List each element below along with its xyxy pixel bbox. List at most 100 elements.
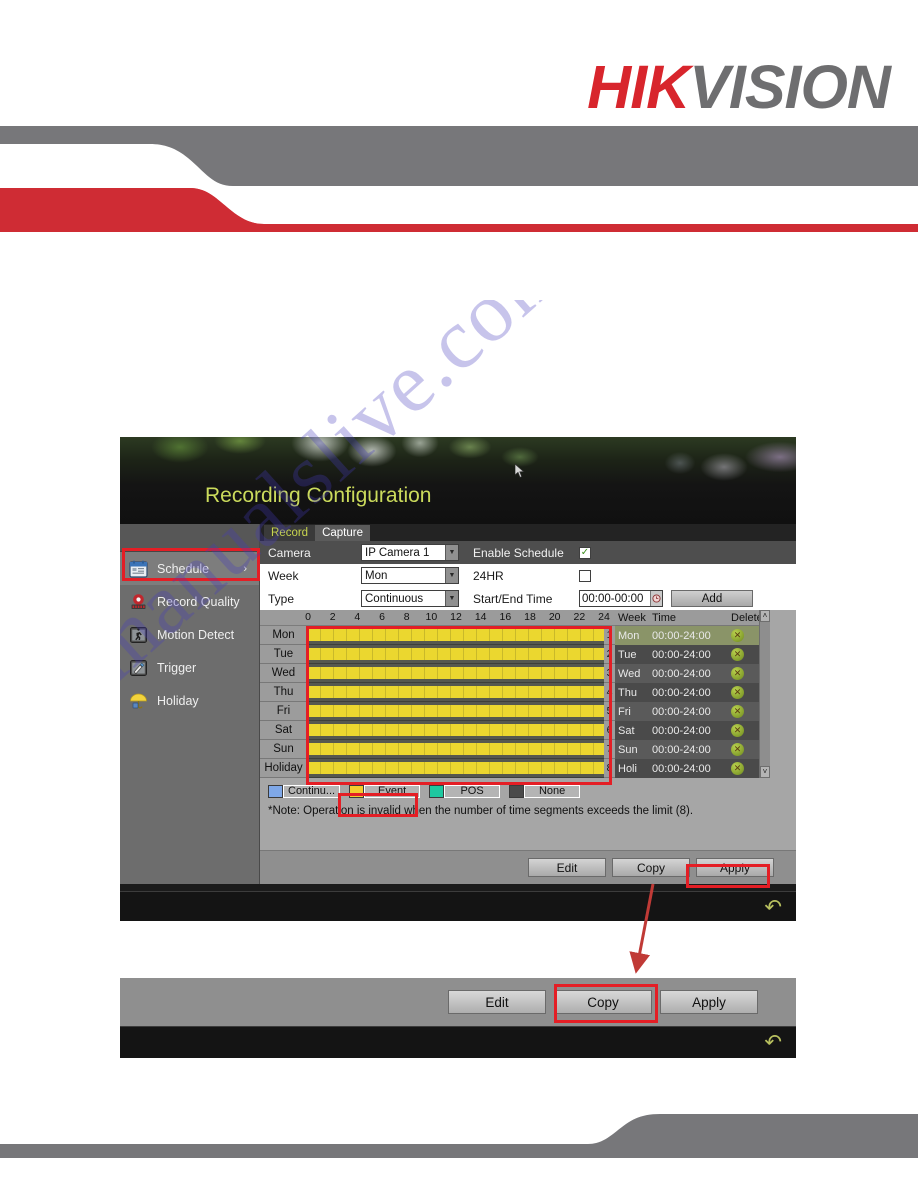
table-row[interactable]: Sat 00:00-24:00 ✕ [615, 721, 770, 740]
legend-item[interactable]: None [509, 784, 581, 798]
table-body: Mon 00:00-24:00 ✕ Tue 00:00-24:00 ✕ Wed 00:00-2… [615, 626, 770, 778]
apply-button-closeup[interactable]: Apply [660, 990, 758, 1014]
schedule-row[interactable]: Sat 6 [260, 721, 615, 740]
hour-tick: 12 [450, 611, 462, 623]
table-row[interactable]: Thu 00:00-24:00 ✕ [615, 683, 770, 702]
table-scrollbar[interactable]: ˄ ˅ [759, 610, 770, 778]
cell-week: Wed [618, 667, 641, 680]
schedule-row-index: 8 [604, 759, 615, 778]
page-header: HIK VISION [0, 0, 918, 232]
hour-tick: 24 [598, 611, 610, 623]
schedule-row-track[interactable] [308, 645, 604, 664]
dialog-button-bar: Edit Copy Apply [260, 850, 796, 884]
cell-time: 00:00-24:00 [652, 762, 711, 775]
add-button[interactable]: Add [671, 590, 753, 607]
camera-row: Camera IP Camera 1 ▼ Enable Schedule ✓ [260, 541, 796, 564]
trash-icon[interactable]: ✕ [731, 667, 744, 680]
alarm-icon [129, 593, 148, 611]
type-select[interactable]: Continuous ▼ [361, 590, 459, 607]
edit-button[interactable]: Edit [528, 858, 606, 877]
schedule-row-track[interactable] [308, 740, 604, 759]
schedule-row-day-label: Tue [260, 645, 308, 664]
back-icon-closeup[interactable]: ↶ [764, 1030, 782, 1055]
header-red-band [0, 188, 918, 232]
trash-icon[interactable]: ✕ [731, 762, 744, 775]
trash-icon[interactable]: ✕ [731, 648, 744, 661]
dialog-body: Schedule › Record Quality Motion Detect … [120, 524, 796, 884]
camera-select[interactable]: IP Camera 1 ▼ [361, 544, 459, 561]
sidebar-item-holiday[interactable]: Holiday [120, 684, 259, 717]
schedule-row[interactable]: Thu 4 [260, 683, 615, 702]
sidebar-item-record-quality[interactable]: Record Quality [120, 585, 259, 618]
table-row[interactable]: Sun 00:00-24:00 ✕ [615, 740, 770, 759]
clock-icon[interactable] [650, 591, 662, 606]
schedule-row[interactable]: Mon 1 [260, 626, 615, 645]
schedule-row-track[interactable] [308, 759, 604, 778]
start-end-time-value: 00:00-00:00 [582, 592, 644, 605]
table-row[interactable]: Holi 00:00-24:00 ✕ [615, 759, 770, 778]
table-row[interactable]: Mon 00:00-24:00 ✕ [615, 626, 770, 645]
legend-label: Continu... [283, 784, 341, 798]
week-select[interactable]: Mon ▼ [361, 567, 459, 584]
cell-week: Sat [618, 724, 635, 737]
scroll-down-icon[interactable]: ˅ [760, 766, 770, 778]
schedule-row-index: 6 [604, 721, 615, 740]
sidebar-item-label: Trigger [157, 660, 197, 675]
schedule-row[interactable]: Holiday 8 [260, 759, 615, 778]
tab-capture[interactable]: Capture [315, 525, 370, 541]
schedule-row-track[interactable] [308, 664, 604, 683]
copy-button-closeup[interactable]: Copy [554, 990, 652, 1014]
schedule-section: 0 2 4 6 8 10 12 14 16 18 20 22 24 Mon 1 Tue 2 Wed 3 Thu 4 Fr… [260, 610, 796, 817]
cell-week: Mon [618, 629, 640, 642]
legend-item[interactable]: Event [349, 784, 421, 798]
edit-button-closeup[interactable]: Edit [448, 990, 546, 1014]
table-row[interactable]: Wed 00:00-24:00 ✕ [615, 664, 770, 683]
logo-text-hik: HIK [587, 53, 690, 121]
trash-icon[interactable]: ✕ [731, 743, 744, 756]
apply-button[interactable]: Apply [696, 858, 774, 877]
schedule-row[interactable]: Wed 3 [260, 664, 615, 683]
trash-icon[interactable]: ✕ [731, 705, 744, 718]
schedule-row[interactable]: Fri 5 [260, 702, 615, 721]
hour-tick: 8 [403, 611, 410, 623]
schedule-grid[interactable]: 0 2 4 6 8 10 12 14 16 18 20 22 24 Mon 1 Tue 2 Wed 3 Thu 4 Fr… [260, 610, 615, 778]
table-row[interactable]: Tue 00:00-24:00 ✕ [615, 645, 770, 664]
sidebar-item-motion-detect[interactable]: Motion Detect [120, 618, 259, 651]
trash-icon[interactable]: ✕ [731, 724, 744, 737]
week-select-value: Mon [365, 569, 388, 582]
legend-item[interactable]: POS [429, 784, 501, 798]
type-label: Type [268, 591, 295, 606]
trash-icon[interactable]: ✕ [731, 629, 744, 642]
tab-record[interactable]: Record [264, 525, 316, 541]
scroll-up-icon[interactable]: ˄ [760, 610, 770, 622]
table-row[interactable]: Fri 00:00-24:00 ✕ [615, 702, 770, 721]
legend-swatch [268, 784, 283, 798]
schedule-rows: Mon 1 Tue 2 Wed 3 Thu 4 Fri 5 Sat 6 Sun 7 Holiday 8 [260, 626, 615, 778]
hr24-checkbox[interactable] [579, 569, 591, 582]
schedule-row-day-label: Wed [260, 664, 308, 683]
schedule-row-fill [308, 648, 604, 660]
umbrella-icon [129, 692, 148, 710]
schedule-row-day-label: Thu [260, 683, 308, 702]
week-row: Week Mon ▼ 24HR [260, 564, 796, 587]
start-end-time-input[interactable]: 00:00-00:00 [579, 590, 663, 607]
back-icon[interactable]: ↶ [764, 895, 782, 920]
column-header-time: Time [652, 611, 677, 624]
sidebar-item-schedule[interactable]: Schedule › [120, 552, 259, 585]
trash-icon[interactable]: ✕ [731, 686, 744, 699]
legend-item[interactable]: Continu... [268, 784, 341, 798]
sidebar-item-trigger[interactable]: Trigger [120, 651, 259, 684]
enable-schedule-checkbox[interactable]: ✓ [579, 546, 591, 559]
schedule-row-track[interactable] [308, 702, 604, 721]
schedule-row[interactable]: Tue 2 [260, 645, 615, 664]
schedule-row-index: 4 [604, 683, 615, 702]
schedule-row-track[interactable] [308, 626, 604, 645]
chevron-right-icon: › [243, 562, 247, 575]
schedule-row-fill [308, 686, 604, 698]
copy-button[interactable]: Copy [612, 858, 690, 877]
page-footer [0, 1114, 918, 1158]
schedule-row-track[interactable] [308, 683, 604, 702]
schedule-row-track[interactable] [308, 721, 604, 740]
sidebar-item-label: Holiday [157, 693, 199, 708]
schedule-row[interactable]: Sun 7 [260, 740, 615, 759]
